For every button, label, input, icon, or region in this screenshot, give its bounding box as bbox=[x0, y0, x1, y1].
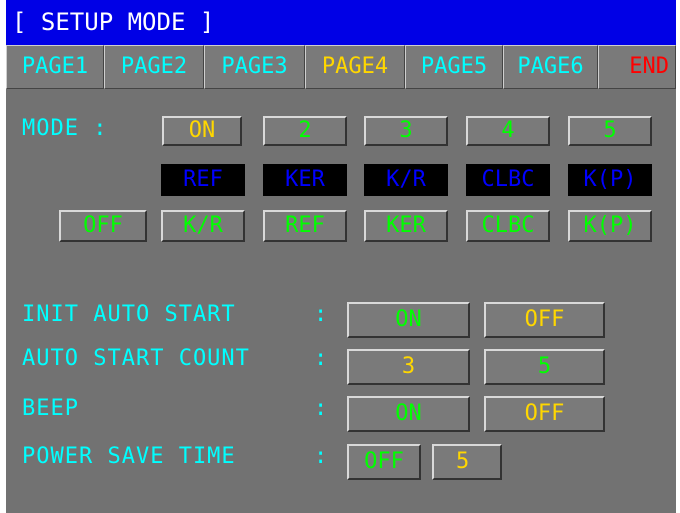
auto-start-count-label: AUTO START COUNT bbox=[22, 346, 250, 371]
mode-ref-value-3: K/R bbox=[364, 164, 448, 196]
init-auto-start-off-button[interactable]: OFF bbox=[484, 302, 605, 338]
page-tabs: PAGE1 PAGE2 PAGE3 PAGE4 PAGE5 PAGE6 END bbox=[6, 45, 676, 91]
tab-page5[interactable]: PAGE5 bbox=[405, 45, 503, 89]
mode-number-4-button[interactable]: 4 bbox=[466, 116, 550, 146]
mode-number-2-button[interactable]: 2 bbox=[263, 116, 347, 146]
tab-end[interactable]: END bbox=[598, 45, 676, 89]
power-save-time-value-field[interactable]: 5 bbox=[432, 444, 502, 480]
auto-start-count-3-button[interactable]: 3 bbox=[347, 349, 470, 385]
init-auto-start-colon: : bbox=[314, 302, 329, 327]
mode-off-button[interactable]: OFF bbox=[59, 210, 147, 242]
power-save-off-button[interactable]: OFF bbox=[347, 444, 421, 480]
mode-select-2-button[interactable]: REF bbox=[263, 210, 347, 242]
init-auto-start-label: INIT AUTO START bbox=[22, 302, 236, 327]
beep-on-button[interactable]: ON bbox=[347, 396, 470, 432]
title-bar: [ SETUP MODE ] bbox=[6, 0, 676, 45]
tab-page1[interactable]: PAGE1 bbox=[6, 45, 104, 89]
mode-select-1-button[interactable]: K/R bbox=[161, 210, 245, 242]
beep-colon: : bbox=[314, 396, 329, 421]
auto-start-count-colon: : bbox=[314, 346, 329, 371]
tab-page6[interactable]: PAGE6 bbox=[503, 45, 598, 89]
power-save-time-colon: : bbox=[314, 444, 329, 469]
mode-ref-value-1: REF bbox=[161, 164, 245, 196]
auto-start-count-5-button[interactable]: 5 bbox=[484, 349, 605, 385]
tab-page2[interactable]: PAGE2 bbox=[104, 45, 204, 89]
mode-number-5-button[interactable]: 5 bbox=[568, 116, 652, 146]
beep-off-button[interactable]: OFF bbox=[484, 396, 605, 432]
mode-ref-value-5: K(P) bbox=[568, 164, 652, 196]
mode-select-3-button[interactable]: KER bbox=[364, 210, 448, 242]
tab-page4[interactable]: PAGE4 bbox=[305, 45, 405, 89]
tab-page3[interactable]: PAGE3 bbox=[204, 45, 305, 89]
mode-number-1-button[interactable]: ON bbox=[162, 116, 242, 146]
setup-screen: [ SETUP MODE ] PAGE1 PAGE2 PAGE3 PAGE4 P… bbox=[6, 0, 676, 513]
mode-number-3-button[interactable]: 3 bbox=[364, 116, 448, 146]
mode-ref-value-4: CLBC bbox=[466, 164, 550, 196]
mode-select-4-button[interactable]: CLBC bbox=[466, 210, 550, 242]
mode-select-5-button[interactable]: K(P) bbox=[568, 210, 652, 242]
init-auto-start-on-button[interactable]: ON bbox=[347, 302, 470, 338]
power-save-time-label: POWER SAVE TIME bbox=[22, 444, 236, 469]
mode-label: MODE : bbox=[22, 116, 108, 141]
beep-label: BEEP bbox=[22, 396, 79, 421]
mode-ref-value-2: KER bbox=[263, 164, 347, 196]
